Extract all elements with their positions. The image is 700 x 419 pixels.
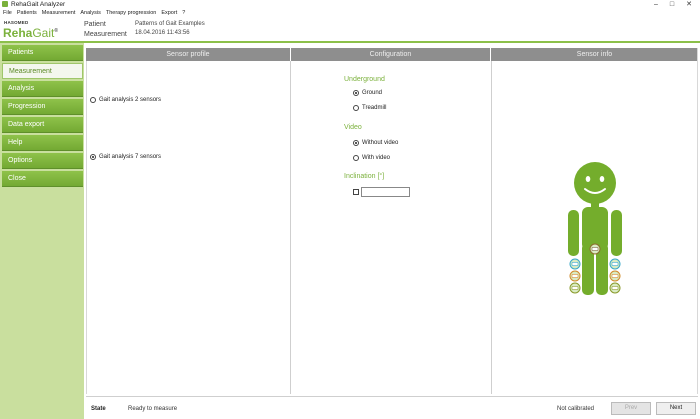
next-button[interactable]: Next [656, 402, 696, 415]
column-header-sensor-info: Sensor info [491, 48, 698, 61]
sensor-right-foot-icon [609, 282, 621, 294]
right-arm-shape [611, 210, 622, 256]
registered-mark: ® [54, 28, 59, 34]
state-text: Ready to measure [128, 406, 178, 412]
title-bar: RehaGait Analyzer – □ ✕ [0, 0, 700, 9]
sidebar: Patients Measurement Analysis Progressio… [0, 43, 84, 419]
header-divider [0, 41, 700, 43]
menu-bar: File Patients Measurement Analysis Thera… [0, 9, 700, 18]
radio-button-selected[interactable] [90, 154, 96, 160]
video-title: Video [344, 124, 362, 131]
prev-button[interactable]: Prev [611, 402, 651, 415]
patient-label: Patient [84, 21, 106, 28]
maximize-icon[interactable]: □ [670, 0, 674, 9]
left-arm-shape [568, 210, 579, 256]
logo-text-gait: Gait [32, 26, 55, 40]
radio-label: Ground [362, 90, 383, 96]
sensor-left-thigh-icon [569, 258, 581, 270]
sensor-pelvis-icon [589, 243, 601, 255]
menu-therapy-progression[interactable]: Therapy progression [106, 9, 156, 18]
window-title: RehaGait Analyzer [11, 1, 66, 8]
sidebar-item-analysis[interactable]: Analysis [2, 81, 83, 97]
menu-export[interactable]: Export [161, 9, 177, 18]
radio-button[interactable] [353, 105, 359, 111]
underground-title: Underground [344, 76, 385, 83]
column-divider [290, 61, 291, 394]
radio-label: Treadmill [362, 105, 387, 111]
sidebar-item-data-export[interactable]: Data export [2, 117, 83, 133]
sidebar-item-measurement[interactable]: Measurement [2, 63, 83, 79]
product-logo: RehaGait® [3, 24, 58, 40]
radio-button-selected[interactable] [353, 140, 359, 146]
app-icon [2, 1, 8, 7]
menu-analysis[interactable]: Analysis [80, 9, 100, 18]
sidebar-item-options[interactable]: Options [2, 153, 83, 169]
radio-button[interactable] [90, 97, 96, 103]
radio-button[interactable] [353, 155, 359, 161]
body-figure [568, 162, 622, 295]
sidebar-item-patients[interactable]: Patients [2, 45, 83, 61]
calibration-status: Not calibrated [557, 406, 595, 412]
radio-gait-2-sensors[interactable]: Gait analysis 2 sensors [90, 96, 161, 104]
radio-button-selected[interactable] [353, 90, 359, 96]
menu-measurement[interactable]: Measurement [42, 9, 76, 18]
inclination-checkbox[interactable] [353, 189, 359, 195]
column-header-sensor-profile: Sensor profile [86, 48, 290, 61]
radio-gait-7-sensors[interactable]: Gait analysis 7 sensors [90, 153, 161, 161]
content-border-right [697, 48, 698, 394]
radio-ground[interactable]: Ground [353, 89, 382, 97]
column-divider [491, 61, 492, 394]
radio-label: Gait analysis 2 sensors [99, 97, 162, 103]
sensor-right-shank-icon [609, 270, 621, 282]
sensor-left-foot-icon [569, 282, 581, 294]
radio-label: With video [362, 155, 391, 161]
status-bar: State Ready to measure Not calibrated Pr… [86, 396, 698, 419]
sidebar-item-progression[interactable]: Progression [2, 99, 83, 115]
sensor-left-shank-icon [569, 270, 581, 282]
radio-label: Gait analysis 7 sensors [99, 154, 162, 160]
minimize-icon[interactable]: – [654, 0, 658, 9]
sidebar-item-help[interactable]: Help [2, 135, 83, 151]
sensor-right-thigh-icon [609, 258, 621, 270]
radio-with-video[interactable]: With video [353, 154, 390, 162]
window-controls: – □ ✕ [654, 0, 692, 9]
head-shape [574, 162, 616, 204]
inclination-title: Inclination [°] [344, 173, 385, 180]
column-header-configuration: Configuration [291, 48, 490, 61]
content-border-left [86, 61, 87, 394]
menu-patients[interactable]: Patients [17, 9, 37, 18]
sidebar-item-close[interactable]: Close [2, 171, 83, 187]
radio-treadmill[interactable]: Treadmill [353, 104, 386, 112]
radio-label: Without video [362, 140, 399, 146]
state-label: State [91, 406, 106, 412]
header: HASOMED RehaGait® Patient Patterns of Ga… [0, 18, 700, 42]
measurement-label: Measurement [84, 31, 127, 38]
inclination-input[interactable] [361, 187, 410, 197]
close-icon[interactable]: ✕ [686, 0, 692, 9]
menu-file[interactable]: File [3, 9, 12, 18]
menu-help[interactable]: ? [182, 9, 185, 18]
measurement-value: 18.04.2016 11:43:56 [135, 30, 190, 36]
logo-text-reha: Reha [3, 26, 33, 40]
patient-value: Patterns of Gait Examples [135, 21, 205, 27]
radio-without-video[interactable]: Without video [353, 139, 398, 147]
